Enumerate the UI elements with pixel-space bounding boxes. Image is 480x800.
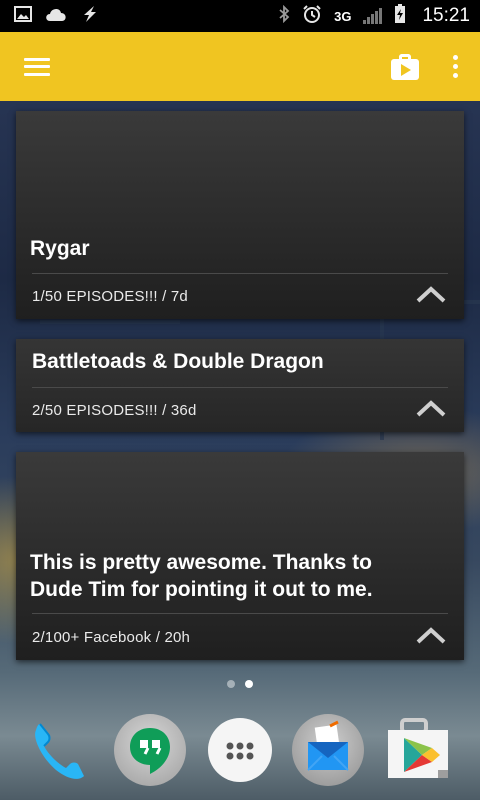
menu-icon[interactable] bbox=[24, 57, 50, 76]
cloud-icon bbox=[44, 6, 68, 27]
card-title: This is pretty awesome. Thanks to Dude T… bbox=[30, 551, 373, 601]
feed-card[interactable]: This is pretty awesome. Thanks to Dude T… bbox=[16, 452, 464, 660]
status-bar: 3G 15:21 bbox=[0, 0, 480, 32]
card-meta: 1/50 EPISODES!!! / 7d bbox=[32, 288, 188, 305]
chevron-up-icon[interactable] bbox=[416, 626, 446, 644]
app-drawer-icon[interactable] bbox=[202, 712, 278, 788]
battery-icon bbox=[394, 3, 406, 29]
page-indicator bbox=[0, 680, 480, 688]
phone-icon[interactable] bbox=[22, 712, 98, 788]
play-store-icon[interactable] bbox=[391, 53, 419, 80]
card-divider bbox=[32, 613, 448, 614]
email-icon[interactable] bbox=[290, 712, 366, 788]
card-divider bbox=[32, 387, 448, 388]
wallpaper-crane bbox=[40, 320, 180, 324]
hangouts-icon[interactable] bbox=[112, 712, 188, 788]
signal-icon bbox=[363, 8, 383, 24]
card-title: Battletoads & Double Dragon bbox=[32, 350, 324, 373]
play-store-icon[interactable] bbox=[380, 712, 456, 788]
card-title: Rygar bbox=[30, 237, 90, 260]
network-type: 3G bbox=[334, 8, 352, 24]
feed-card[interactable]: Battletoads & Double Dragon 2/50 EPISODE… bbox=[16, 339, 464, 432]
clock: 15:21 bbox=[422, 5, 470, 26]
page-dot-active bbox=[245, 680, 253, 688]
feed-card[interactable]: Rygar 1/50 EPISODES!!! / 7d bbox=[16, 111, 464, 319]
image-icon bbox=[14, 5, 32, 27]
chevron-up-icon[interactable] bbox=[416, 399, 446, 417]
flash-icon bbox=[80, 5, 100, 28]
card-divider bbox=[32, 273, 448, 274]
card-meta: 2/100+ Facebook / 20h bbox=[32, 629, 191, 646]
overflow-menu-icon[interactable] bbox=[449, 55, 462, 78]
bluetooth-icon bbox=[278, 4, 290, 28]
app-bar bbox=[0, 32, 480, 101]
page-dot bbox=[227, 680, 235, 688]
card-meta: 2/50 EPISODES!!! / 36d bbox=[32, 402, 197, 419]
dock bbox=[0, 706, 480, 800]
chevron-up-icon[interactable] bbox=[416, 285, 446, 303]
alarm-icon bbox=[302, 4, 322, 29]
